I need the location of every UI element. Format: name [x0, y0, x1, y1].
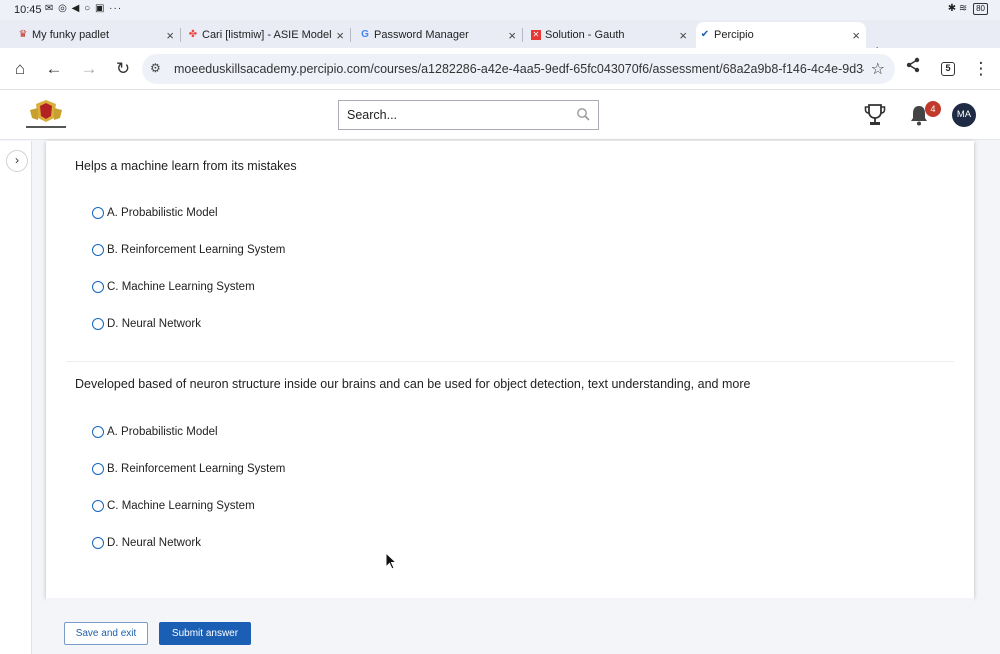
option-label: B. Reinforcement Learning System: [107, 244, 286, 256]
url-text[interactable]: moeeduskillsacademy.percipio.com/courses…: [174, 62, 864, 76]
padlet-icon: ♛: [18, 29, 28, 40]
left-sidebar-rail: [0, 141, 32, 654]
radio-button[interactable]: [92, 537, 104, 549]
notification-icons: ✉ ◎ ◀ ○ ▣ ···: [45, 3, 123, 14]
mouse-pointer-icon: [385, 551, 398, 575]
bookmark-star-icon[interactable]: ☆: [871, 59, 885, 79]
radio-button[interactable]: [92, 463, 104, 475]
option-label: B. Reinforcement Learning System: [107, 463, 286, 475]
chevron-right-icon[interactable]: ›: [6, 150, 28, 172]
bluetooth-wifi-icon: ✱ ≋: [947, 3, 968, 14]
tab-switcher-button[interactable]: 5: [941, 62, 955, 76]
gauth-icon: ✕: [531, 30, 541, 40]
option-label: C. Machine Learning System: [107, 500, 255, 512]
system-icons: ✱ ≋ 80: [948, 3, 988, 15]
option-label: A. Probabilistic Model: [107, 207, 218, 219]
browser-tab-strip: ♛ My funky padlet × ✤ Cari [listmiw] - A…: [0, 20, 1000, 62]
home-icon[interactable]: ⌂: [9, 58, 31, 80]
tab-separator: [350, 28, 351, 42]
search-icon[interactable]: [576, 107, 590, 126]
browser-tab-active[interactable]: ✔ Percipio ×: [696, 22, 866, 48]
pinwheel-icon: ✤: [188, 29, 198, 40]
tab-separator: [180, 28, 181, 42]
option-label: A. Probabilistic Model: [107, 426, 218, 438]
option-label: C. Machine Learning System: [107, 281, 255, 293]
trophy-icon[interactable]: [864, 103, 886, 132]
answer-option[interactable]: A. Probabilistic Model: [92, 205, 218, 221]
option-label: D. Neural Network: [107, 537, 201, 549]
close-icon[interactable]: ×: [679, 28, 687, 43]
status-bar: 10:45 ✉ ◎ ◀ ○ ▣ ··· ✱ ≋ 80: [0, 0, 1000, 20]
back-icon[interactable]: ←: [43, 58, 65, 80]
assessment-card: Helps a machine learn from its mistakes …: [46, 141, 974, 598]
question-text: Developed based of neuron structure insi…: [75, 377, 751, 391]
question-divider: [66, 361, 954, 362]
tab-title: Solution - Gauth: [545, 29, 625, 41]
save-and-exit-button[interactable]: Save and exit: [64, 622, 148, 645]
close-icon[interactable]: ×: [336, 28, 344, 43]
radio-button[interactable]: [92, 318, 104, 330]
answer-option[interactable]: D. Neural Network: [92, 535, 201, 551]
search-box: [338, 100, 599, 130]
tab-title: Cari [listmiw] - ASIE Model: [202, 29, 332, 41]
option-label: D. Neural Network: [107, 318, 201, 330]
answer-option[interactable]: B. Reinforcement Learning System: [92, 242, 285, 258]
radio-button[interactable]: [92, 500, 104, 512]
tab-title: My funky padlet: [32, 29, 110, 41]
user-avatar[interactable]: MA: [952, 103, 976, 127]
site-settings-icon[interactable]: ⚙: [150, 61, 161, 75]
menu-kebab-icon[interactable]: ⋮: [970, 58, 992, 80]
tab-title: Password Manager: [374, 29, 469, 41]
share-icon[interactable]: [902, 57, 924, 79]
search-input[interactable]: [339, 101, 569, 129]
percipio-icon: ✔: [700, 29, 710, 40]
battery-icon: 80: [973, 3, 988, 15]
reload-icon[interactable]: ↻: [112, 58, 134, 80]
google-g-icon: G: [361, 29, 369, 40]
tab-title: Percipio: [714, 29, 754, 41]
close-icon[interactable]: ×: [508, 28, 516, 43]
close-icon[interactable]: ×: [166, 28, 174, 43]
browser-tab[interactable]: ✤ Cari [listmiw] - ASIE Model ×: [184, 22, 351, 48]
app-header: 4 MA: [0, 90, 1000, 140]
submit-answer-button[interactable]: Submit answer: [159, 622, 251, 645]
answer-option[interactable]: A. Probabilistic Model: [92, 424, 218, 440]
answer-option[interactable]: C. Machine Learning System: [92, 498, 255, 514]
browser-toolbar: ⌂ ← → ↻ ⚙ moeeduskillsacademy.percipio.c…: [0, 48, 1000, 90]
notification-count-badge: 4: [925, 101, 941, 117]
answer-option[interactable]: B. Reinforcement Learning System: [92, 461, 285, 477]
browser-tab[interactable]: G Password Manager ×: [356, 22, 523, 48]
answer-option[interactable]: D. Neural Network: [92, 316, 201, 332]
status-time: 10:45: [14, 4, 42, 16]
question-text: Helps a machine learn from its mistakes: [75, 159, 297, 173]
radio-button[interactable]: [92, 281, 104, 293]
browser-tab[interactable]: ♛ My funky padlet ×: [14, 22, 181, 48]
ministry-crest-logo[interactable]: [22, 98, 70, 132]
answer-option[interactable]: C. Machine Learning System: [92, 279, 255, 295]
tab-separator: [522, 28, 523, 42]
radio-button[interactable]: [92, 207, 104, 219]
address-bar[interactable]: ⚙ moeeduskillsacademy.percipio.com/cours…: [142, 54, 895, 84]
forward-icon[interactable]: →: [78, 58, 100, 80]
browser-tab[interactable]: ✕ Solution - Gauth ×: [527, 22, 693, 48]
radio-button[interactable]: [92, 426, 104, 438]
radio-button[interactable]: [92, 244, 104, 256]
close-icon[interactable]: ×: [852, 28, 860, 43]
